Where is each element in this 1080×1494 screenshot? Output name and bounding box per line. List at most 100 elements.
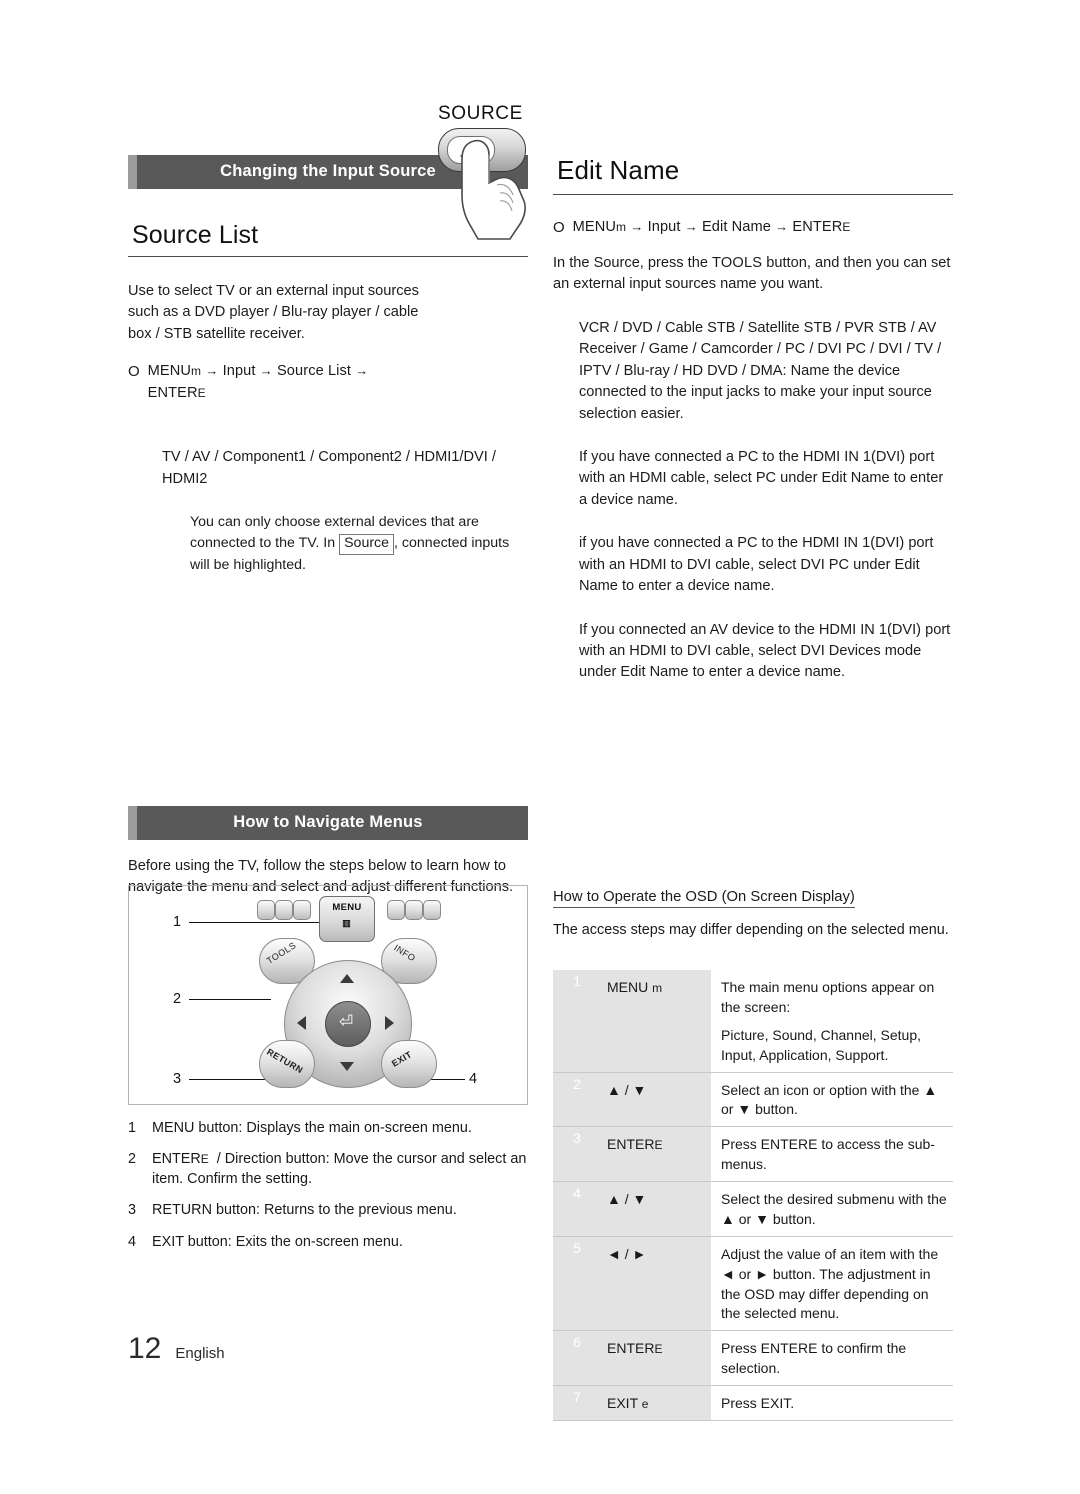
callout-line-3 [189,1079,265,1080]
remote-control-diagram: 1 2 3 4 MENU ▥ TOOLS INFO ⏎ RETURN EXIT [128,885,528,1105]
list-item: 2 ENTERE / Direction button: Move the cu… [128,1149,528,1189]
arrow-icon-r1: → [630,219,644,234]
enter-keyword: ENTER [147,385,198,402]
arrow-icon-1: → [205,363,219,379]
table-row: 7 EXIT e Press EXIT. [553,1385,953,1421]
osd-step-desc: Adjust the value of an item with the ◄ o… [721,1245,939,1322]
table-row: 6 ENTERE Press ENTERE to confirm the sel… [553,1330,953,1386]
osd-step-desc: Press ENTERE to access the sub-menus. [721,1136,935,1173]
osd-step-desc: Press ENTERE to confirm the selection. [721,1340,907,1377]
remote-menu-icon: ▥ [342,918,352,928]
bar-tab-accent-2 [128,806,137,840]
osd-intro: The access steps may differ depending on… [553,922,949,938]
osd-desc-text-2: Picture, Sound, Channel, Setup, Input, A… [721,1026,922,1063]
source-boxed-keyword: Source [339,533,395,555]
osd-heading: How to Operate the OSD (On Screen Displa… [553,889,855,908]
osd-step-key: ENTERE [601,1330,711,1386]
menu-keyword-right: MENU [572,219,617,235]
osd-step-key: ENTERE [601,1126,711,1182]
osd-step-key: ◄ / ► [601,1236,711,1331]
list-number: 3 [128,1202,137,1219]
osd-step-number: 2 [553,1072,601,1127]
enter-keyword-right: ENTER [792,219,843,235]
pointing-hand-icon [461,139,526,240]
table-row: 5 ◄ / ► Adjust the value of an item with… [553,1236,953,1331]
osd-key-glyph: E [654,1342,663,1357]
remote-key-a [257,900,275,920]
remote-menu-label: MENU [332,902,362,913]
remote-key-c [293,900,311,920]
osd-key-main: EXIT [607,1395,638,1411]
remote-left-arrow-icon[interactable] [297,1016,306,1030]
remote-right-arrow-icon[interactable] [385,1016,394,1030]
osd-step-key: ▲ / ▼ [601,1181,711,1237]
osd-desc-text: The main menu options appear on the scre… [721,979,935,1015]
source-list-menu-path: O MENUm → Input → Source List → ENTERE [128,361,528,405]
source-button-label: SOURCE [438,103,523,124]
callout-line-1 [189,922,321,923]
list-number: 2 [128,1151,137,1168]
remote-up-arrow-icon[interactable] [340,974,354,983]
menu-glyph-right: m [616,220,627,234]
list-item: 1 MENU button: Displays the main on-scre… [128,1118,528,1138]
source-list-note: You can only choose external devices tha… [190,513,510,573]
edit-name-menu-path: O MENUm → Input → Edit Name → ENTERE [553,217,953,239]
menu-keyword: MENU [147,363,192,380]
menu-item-edit-name: Edit Name [701,219,771,235]
arrow-icon-2: → [259,363,273,379]
bullet-icon: O [128,363,140,381]
edit-name-intro: In the Source, press the TOOLS button, a… [553,254,951,293]
table-row: 4 ▲ / ▼ Select the desired submenu with … [553,1181,953,1237]
osd-step-number: 4 [553,1181,601,1237]
remote-menu-button[interactable]: MENU ▥ [319,896,375,942]
osd-step-number: 7 [553,1385,601,1421]
remote-down-arrow-icon[interactable] [340,1062,354,1071]
osd-key-main: ENTER [607,1136,655,1153]
enter-keyword-list: ENTER [152,1151,201,1168]
source-button-illustration: SOURCE [432,103,542,248]
callout-line-2 [189,999,271,1000]
edit-name-dvipc-note: if you have connected a PC to the HDMI I… [579,535,934,595]
menu-glyph: m [191,364,202,379]
osd-step-desc: Press EXIT. [721,1395,795,1411]
osd-step-number: 6 [553,1330,601,1386]
edit-name-av-note: If you connected an AV device to the HDM… [579,621,951,681]
menu-item-input-right: Input [647,219,681,235]
bar-tab-accent [128,155,137,189]
list-text: MENU button: Displays the main on-screen… [152,1120,472,1136]
osd-steps-table: 1 MENU m The main menu options appear on… [553,970,953,1421]
remote-exit-button[interactable] [381,1040,437,1088]
source-list-intro: Use to select TV or an external input so… [128,283,419,342]
osd-step-number: 3 [553,1126,601,1182]
tools-keyword: TOOLS [712,254,763,271]
arrow-icon-r3: → [775,219,789,234]
enter-glyph: E [197,386,206,401]
osd-step-key: EXIT e [601,1385,711,1421]
list-item: 3 RETURN button: Returns to the previous… [128,1200,528,1220]
page-footer: 12 English [128,1332,225,1366]
remote-key-f [423,900,441,920]
callout-2: 2 [173,991,182,1007]
osd-step-number: 5 [553,1236,601,1331]
list-item: 4 EXIT button: Exits the on-screen menu. [128,1232,528,1252]
page-language: English [175,1345,225,1362]
edit-name-pc-note: If you have connected a PC to the HDMI I… [579,448,944,508]
remote-enter-icon: ⏎ [339,1012,354,1031]
osd-step-desc: The main menu options appear on the scre… [711,970,953,1072]
callout-1: 1 [173,914,182,930]
osd-step-key: ▲ / ▼ [601,1072,711,1127]
arrow-icon-r2: → [684,219,698,234]
list-text: EXIT button: Exits the on-screen menu. [152,1233,403,1250]
table-row: 3 ENTERE Press ENTERE to access the sub-… [553,1126,953,1182]
arrow-icon-3: → [355,363,369,379]
osd-step-number: 1 [553,970,601,1072]
remote-key-e [405,900,423,920]
list-text: ENTERE / Direction button: Move the curs… [152,1151,527,1188]
page-title-edit-name: Edit Name [553,155,953,195]
list-text: RETURN button: Returns to the previous m… [152,1202,457,1219]
enter-glyph-list: E [200,1152,209,1167]
table-row: 2 ▲ / ▼ Select an icon or option with th… [553,1072,953,1127]
right-column: Edit Name O MENUm → Input → Edit Name → … [553,155,953,700]
device-name-list: VCR / DVD / Cable STB / Satellite STB / … [579,319,942,422]
menu-item-source-list: Source List [276,363,352,380]
